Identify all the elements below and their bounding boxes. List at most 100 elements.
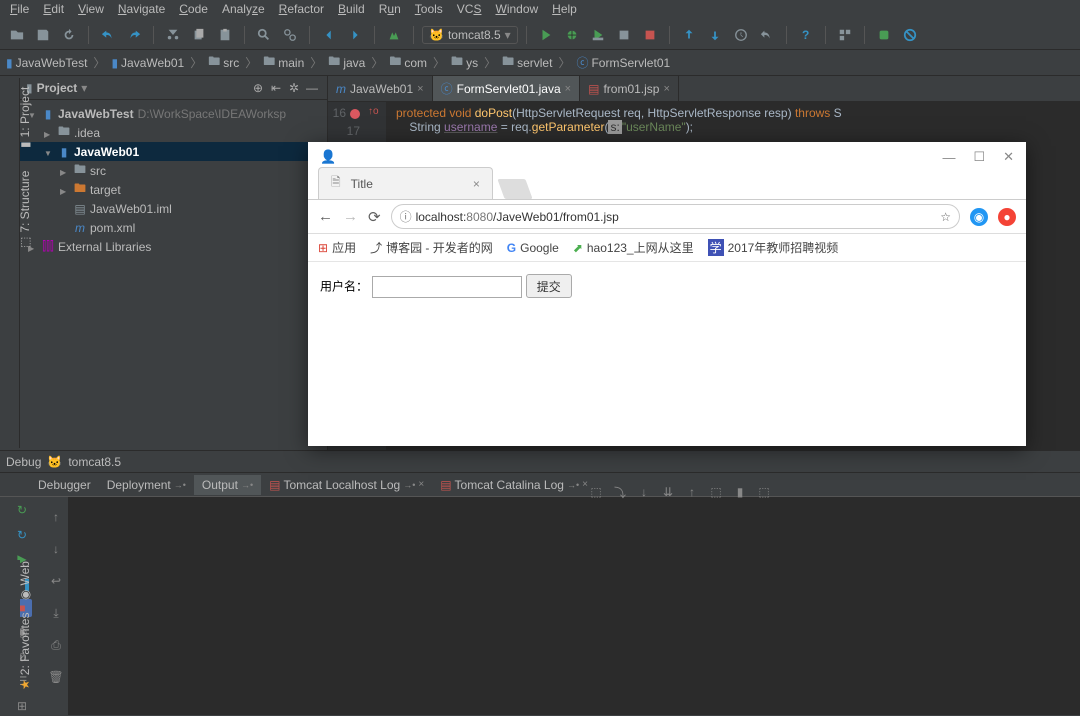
- tree-target[interactable]: 🖿target: [20, 180, 327, 199]
- drop-frame-icon[interactable]: ⬚: [706, 482, 726, 502]
- editor-tab-jsp[interactable]: ▤from01.jsp×: [580, 76, 679, 101]
- force-step-into-icon[interactable]: ⇊: [658, 482, 678, 502]
- clear-icon[interactable]: 🗑: [46, 667, 66, 687]
- maximize-icon[interactable]: ☐: [973, 149, 985, 165]
- reload-icon[interactable]: ⟳: [368, 208, 381, 226]
- hide-icon[interactable]: ―: [303, 79, 321, 97]
- submit-button[interactable]: 提交: [526, 274, 572, 298]
- profile-icon[interactable]: [613, 24, 635, 46]
- bookmark-teacher[interactable]: 学2017年教师招聘视频: [708, 239, 839, 256]
- tree-module[interactable]: ▮JavaWeb01: [20, 142, 327, 161]
- crumb-com[interactable]: 🖿com: [389, 52, 427, 73]
- sidetab-project[interactable]: ▮1: Project: [18, 87, 32, 148]
- minimize-icon[interactable]: ―: [942, 150, 955, 165]
- back-icon[interactable]: [318, 24, 340, 46]
- collapse-all-icon[interactable]: ⇤: [267, 79, 285, 97]
- soft-wrap-icon[interactable]: ↩: [46, 571, 66, 591]
- evaluate-icon[interactable]: ⬚: [754, 482, 774, 502]
- menu-vcs[interactable]: VCS: [457, 2, 482, 18]
- help-icon[interactable]: ?: [795, 24, 817, 46]
- build-icon[interactable]: [383, 24, 405, 46]
- debug-icon[interactable]: [561, 24, 583, 46]
- extension-icon[interactable]: ●: [998, 208, 1016, 226]
- step-out-icon[interactable]: ↑: [682, 482, 702, 502]
- scroll-end-icon[interactable]: ⤓: [46, 603, 66, 623]
- no-entry-icon[interactable]: [899, 24, 921, 46]
- sidetab-web[interactable]: ◉Web: [18, 561, 32, 600]
- undo-icon[interactable]: [97, 24, 119, 46]
- menu-help[interactable]: Help: [552, 2, 577, 18]
- cut-icon[interactable]: [162, 24, 184, 46]
- refresh-icon[interactable]: [58, 24, 80, 46]
- crumb-module[interactable]: ▮JavaWeb01: [111, 56, 184, 70]
- close-icon[interactable]: ×: [417, 83, 423, 95]
- menu-refactor[interactable]: Refactor: [279, 2, 324, 18]
- menu-window[interactable]: Window: [495, 2, 538, 18]
- project-tree[interactable]: ▮JavaWebTestD:\WorkSpace\IDEAWorksp 🖿.id…: [20, 100, 327, 260]
- close-icon[interactable]: ×: [418, 479, 424, 490]
- step-over-icon[interactable]: ⤵: [610, 482, 630, 502]
- username-input[interactable]: [372, 276, 522, 298]
- run-config-combo[interactable]: 🐱 tomcat8.5 ▾: [422, 26, 518, 44]
- settings-icon[interactable]: ✲: [285, 79, 303, 97]
- scroll-from-source-icon[interactable]: ⊕: [249, 79, 267, 97]
- bookmark-hao123[interactable]: ⬈hao123_上网从这里: [573, 239, 694, 256]
- vcs-commit-icon[interactable]: [704, 24, 726, 46]
- vcs-revert-icon[interactable]: [756, 24, 778, 46]
- site-info-icon[interactable]: ⓘ: [400, 208, 412, 225]
- sidetab-favorites[interactable]: ★2: Favorites: [18, 613, 32, 690]
- vcs-history-icon[interactable]: [730, 24, 752, 46]
- up-icon[interactable]: ↑: [46, 507, 66, 527]
- structure-icon[interactable]: [834, 24, 856, 46]
- close-icon[interactable]: ×: [565, 83, 571, 95]
- bookmark-blog[interactable]: ⤴博客园 - 开发者的网: [370, 239, 493, 256]
- paste-icon[interactable]: [214, 24, 236, 46]
- sidetab-structure[interactable]: ⬚7: Structure: [18, 171, 32, 248]
- coverage-icon[interactable]: [587, 24, 609, 46]
- breakpoint-icon[interactable]: [350, 109, 360, 119]
- open-icon[interactable]: [6, 24, 28, 46]
- debug-tab-output[interactable]: Output→•: [194, 475, 261, 495]
- forward-icon[interactable]: [344, 24, 366, 46]
- tree-idea[interactable]: 🖿.idea: [20, 123, 327, 142]
- copy-icon[interactable]: [188, 24, 210, 46]
- show-execution-icon[interactable]: ⬚: [586, 482, 606, 502]
- editor-tab-module[interactable]: mJavaWeb01×: [328, 76, 433, 101]
- menu-run[interactable]: Run: [379, 2, 401, 18]
- tree-external-libs[interactable]: ⫿⫿⫿External Libraries: [20, 237, 327, 256]
- extension-icon[interactable]: ◉: [970, 208, 988, 226]
- replace-icon[interactable]: [279, 24, 301, 46]
- menu-file[interactable]: File: [10, 2, 29, 18]
- debug-tab-localhost-log[interactable]: ▤Tomcat Localhost Log→•×: [261, 475, 432, 495]
- browser-tab[interactable]: 🗎 Title ×: [318, 167, 493, 199]
- debug-tab-deployment[interactable]: Deployment→•: [99, 475, 194, 495]
- save-icon[interactable]: [32, 24, 54, 46]
- run-icon[interactable]: [535, 24, 557, 46]
- crumb-java[interactable]: 🖿java: [328, 52, 365, 73]
- console-output[interactable]: [68, 497, 1080, 715]
- forward-icon[interactable]: →: [343, 208, 358, 225]
- debug-tab-debugger[interactable]: Debugger: [30, 475, 99, 495]
- close-icon[interactable]: ✕: [1003, 149, 1014, 165]
- menu-analyze[interactable]: Analyze: [222, 2, 265, 18]
- step-into-icon[interactable]: ↓: [634, 482, 654, 502]
- menu-edit[interactable]: Edit: [43, 2, 64, 18]
- crumb-main[interactable]: 🖿main: [263, 52, 304, 73]
- crumb-src[interactable]: 🖿src: [208, 52, 239, 73]
- avd-icon[interactable]: [873, 24, 895, 46]
- menu-navigate[interactable]: Navigate: [118, 2, 165, 18]
- tree-root[interactable]: ▮JavaWebTestD:\WorkSpace\IDEAWorksp: [20, 104, 327, 123]
- crumb-ys[interactable]: 🖿ys: [451, 52, 478, 73]
- find-icon[interactable]: [253, 24, 275, 46]
- new-tab-button[interactable]: [497, 179, 532, 199]
- tree-src[interactable]: 🖿src: [20, 161, 327, 180]
- tree-pom[interactable]: mpom.xml: [20, 218, 327, 237]
- bookmark-star-icon[interactable]: ☆: [940, 210, 951, 224]
- crumb-class[interactable]: ⓒFormServlet01: [576, 54, 670, 71]
- crumb-root[interactable]: ▮JavaWebTest: [6, 56, 87, 70]
- apps-button[interactable]: ⊞应用: [318, 239, 356, 256]
- run-to-cursor-icon[interactable]: ▮: [730, 482, 750, 502]
- bookmark-google[interactable]: GGoogle: [507, 241, 559, 255]
- debug-tab-catalina-log[interactable]: ▤Tomcat Catalina Log→•×: [432, 475, 596, 495]
- editor-tab-servlet[interactable]: ⓒFormServlet01.java×: [433, 76, 581, 101]
